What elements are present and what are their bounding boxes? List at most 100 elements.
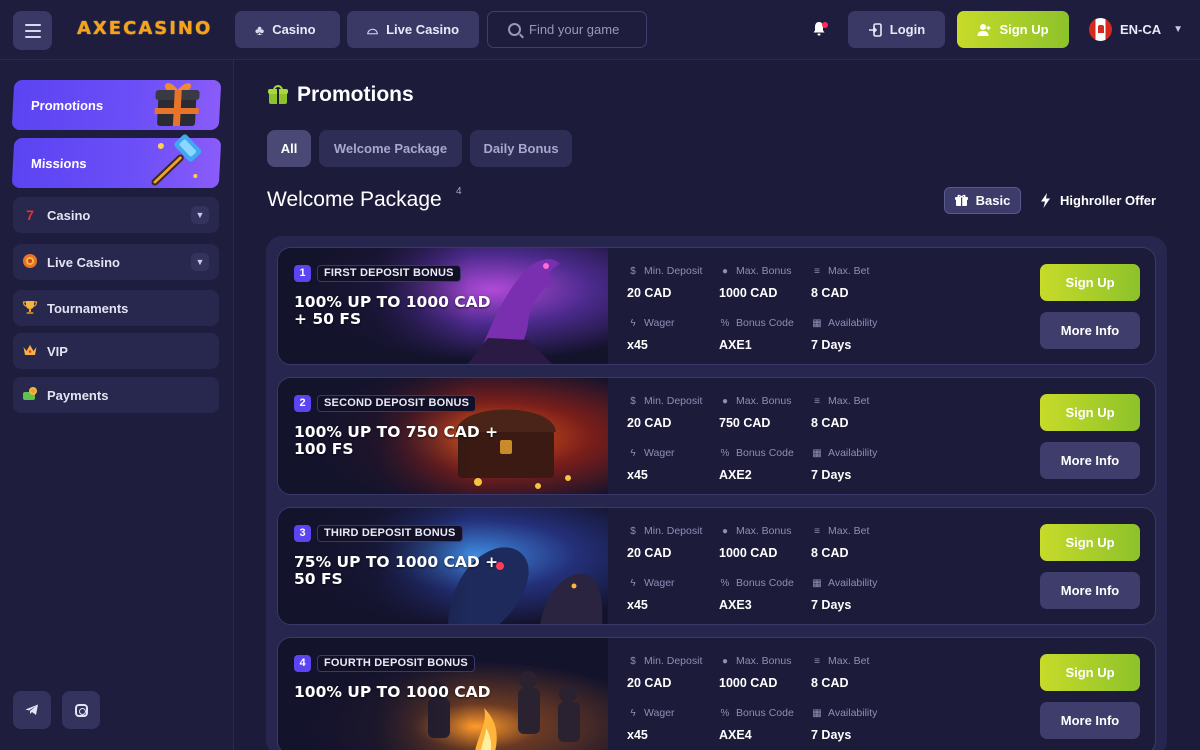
telegram-button[interactable] (13, 691, 51, 729)
promo-headline: 100% UP TO 1000 CAD + 50 FS (294, 293, 491, 328)
stat-label: Bonus Code (736, 707, 794, 719)
chevron-down-icon: ▼ (1173, 23, 1184, 35)
casino-nav-button[interactable]: ♣ Casino (235, 11, 340, 48)
header-signup-label: Sign Up (999, 22, 1049, 37)
stat-label: Max. Bet (828, 265, 870, 277)
sidebar-item-live-casino[interactable]: Live Casino ▼ (13, 244, 219, 280)
money-bag-icon: ● (721, 655, 729, 667)
stat-bonus-code: % Bonus Code AXE4 (719, 706, 811, 742)
stat-value: x45 (627, 468, 648, 482)
stat-label: Min. Deposit (644, 265, 703, 277)
stat-availability: ▦ Availability 7 Days (811, 576, 903, 612)
instagram-button[interactable] (62, 691, 100, 729)
promo-badge: 4 FOURTH DEPOSIT BONUS (294, 654, 475, 672)
sidebar-item-vip[interactable]: VIP (13, 333, 219, 369)
menu-line (24, 29, 41, 32)
dollar-icon: $ (630, 395, 636, 407)
logo[interactable]: AXECASINO (77, 18, 212, 39)
basic-toggle-button[interactable]: Basic (944, 187, 1021, 214)
club-icon: ♣ (255, 21, 265, 38)
stat-wager: ϟ Wager x45 (627, 446, 719, 482)
chevron-down-icon[interactable]: ▼ (191, 253, 209, 271)
promo-signup-button[interactable]: Sign Up (1040, 524, 1140, 561)
sidebar-item-label: Live Casino (47, 254, 120, 270)
user-plus-icon (977, 23, 991, 36)
stat-value: 7 Days (811, 338, 852, 352)
chevron-down-icon[interactable]: ▼ (191, 206, 209, 224)
percent-icon: % (720, 577, 730, 589)
stat-max-bonus: ● Max. Bonus 1000 CAD (719, 264, 811, 300)
highroller-toggle-button[interactable]: Highroller Offer (1040, 187, 1156, 214)
promo-signup-button[interactable]: Sign Up (1040, 394, 1140, 431)
promo-number: 2 (294, 394, 311, 412)
sidebar-item-casino[interactable]: 7 Casino ▼ (13, 197, 219, 233)
hamburger-menu-button[interactable] (13, 11, 52, 50)
stat-label: Max. Bet (828, 655, 870, 667)
stat-min-deposit: $ Min. Deposit 20 CAD (627, 394, 719, 430)
stat-label: Wager (644, 317, 675, 329)
stat-value: 8 CAD (811, 676, 849, 690)
coins-icon (21, 386, 39, 405)
dollar-icon: $ (630, 525, 636, 537)
section-title: Welcome Package (267, 188, 442, 211)
promo-signup-button[interactable]: Sign Up (1040, 264, 1140, 301)
sidebar-item-label: VIP (47, 343, 68, 359)
stat-value: 20 CAD (627, 286, 672, 300)
stat-label: Wager (644, 577, 675, 589)
promo-more-info-button[interactable]: More Info (1040, 442, 1140, 479)
login-button[interactable]: Login (848, 11, 945, 48)
promo-badge-label: FOURTH DEPOSIT BONUS (317, 654, 475, 672)
canada-flag-icon (1089, 17, 1112, 41)
seven-icon: 7 (26, 207, 34, 223)
stat-value: 7 Days (811, 598, 852, 612)
top-bar: AXECASINO ♣ Casino ⌓ Live Casino Find yo… (0, 0, 1200, 60)
stat-value: 20 CAD (627, 416, 672, 430)
sidebar-item-payments[interactable]: Payments (13, 377, 219, 413)
stat-label: Availability (828, 447, 878, 459)
stat-label: Max. Bonus (736, 265, 792, 277)
filter-tab-welcome-package[interactable]: Welcome Package (319, 130, 462, 167)
promo-stats: $ Min. Deposit 20 CAD ● Max. Bonus 1000 CA… (627, 524, 927, 614)
promo-signup-button[interactable]: Sign Up (1040, 654, 1140, 691)
search-placeholder: Find your game (529, 22, 620, 37)
stat-label: Bonus Code (736, 447, 794, 459)
calendar-icon: ▦ (812, 317, 822, 329)
stat-max-bet: ≡ Max. Bet 8 CAD (811, 264, 903, 300)
promo-more-info-button[interactable]: More Info (1040, 312, 1140, 349)
promo-headline: 75% UP TO 1000 CAD + 50 FS (294, 553, 499, 588)
promo-number: 1 (294, 264, 311, 282)
filter-tab-all[interactable]: All (267, 130, 311, 167)
filter-tab-daily-bonus[interactable]: Daily Bonus (470, 130, 572, 167)
calendar-icon: ▦ (812, 447, 822, 459)
language-selector[interactable]: EN-CA ▼ (1089, 17, 1183, 41)
promo-badge: 1 FIRST DEPOSIT BONUS (294, 264, 461, 282)
stat-value: 7 Days (811, 728, 852, 742)
stat-value: AXE3 (719, 598, 752, 612)
search-input[interactable]: Find your game (487, 11, 647, 48)
stat-label: Wager (644, 707, 675, 719)
stat-max-bet: ≡ Max. Bet 8 CAD (811, 654, 903, 690)
stat-max-bet: ≡ Max. Bet 8 CAD (811, 524, 903, 560)
gift-icon (954, 194, 968, 206)
stat-label: Max. Bet (828, 525, 870, 537)
live-casino-nav-button[interactable]: ⌓ Live Casino (347, 11, 479, 48)
sidebar-item-tournaments[interactable]: Tournaments (13, 290, 219, 326)
stat-value: 1000 CAD (719, 286, 778, 300)
header-signup-button[interactable]: Sign Up (957, 11, 1069, 48)
stat-wager: ϟ Wager x45 (627, 316, 719, 352)
stat-label: Availability (828, 577, 878, 589)
sidebar-promotions-card[interactable]: Promotions (11, 80, 222, 130)
stat-label: Max. Bonus (736, 525, 792, 537)
promo-more-info-button[interactable]: More Info (1040, 702, 1140, 739)
sidebar-missions-label: Missions (30, 155, 88, 171)
stat-max-bonus: ● Max. Bonus 750 CAD (719, 394, 811, 430)
promo-more-info-button[interactable]: More Info (1040, 572, 1140, 609)
dollar-icon: $ (630, 655, 636, 667)
stat-value: x45 (627, 338, 648, 352)
promo-stats: $ Min. Deposit 20 CAD ● Max. Bonus 1000 CA… (627, 654, 927, 744)
stat-label: Min. Deposit (644, 655, 703, 667)
lightning-icon: ϟ (630, 317, 636, 329)
calendar-icon: ▦ (812, 577, 822, 589)
sidebar-missions-card[interactable]: Missions (11, 134, 222, 188)
notification-bell-icon[interactable] (812, 21, 828, 37)
